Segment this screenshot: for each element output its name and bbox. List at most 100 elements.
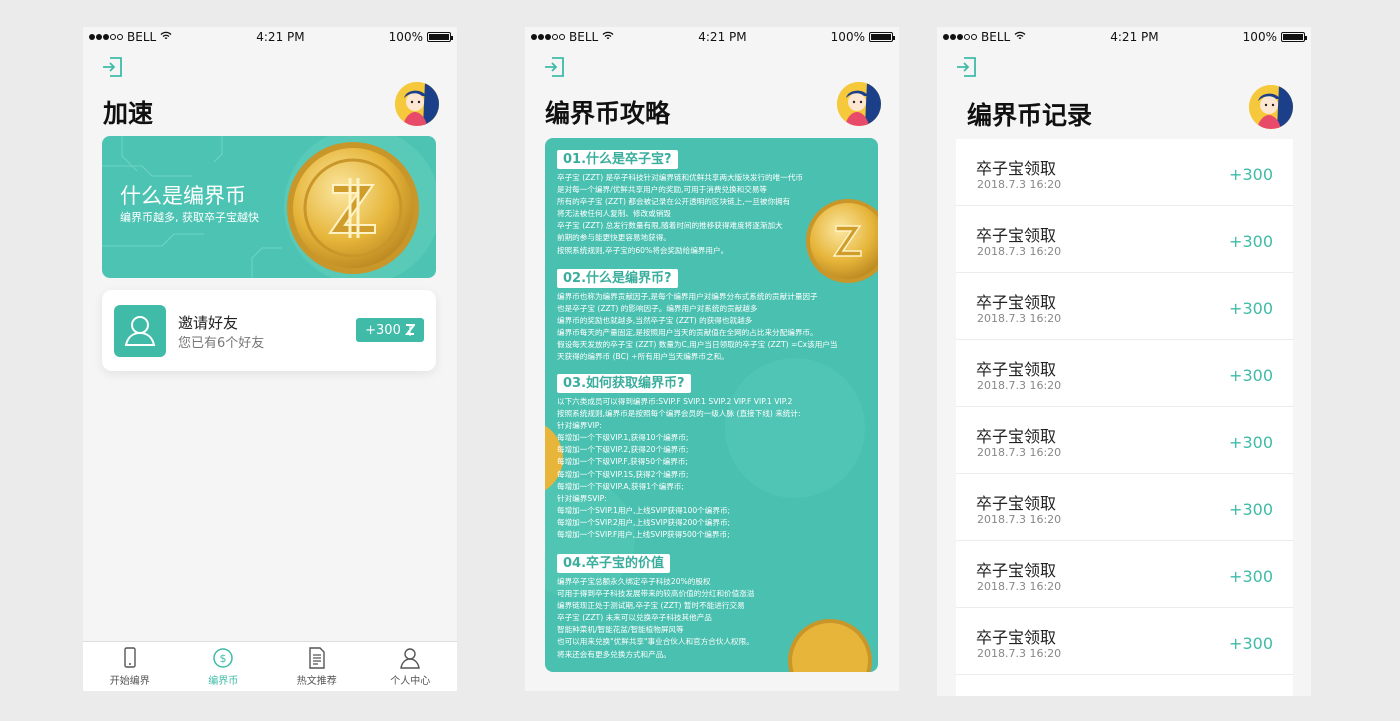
banner-title: 什么是编界币 xyxy=(120,184,246,208)
body-line: 每增加一个下级VIP.F,获得50个编界币; xyxy=(557,457,688,467)
invite-reward-label: +300 xyxy=(365,322,401,338)
body-line: 编界币也称为编界贡献因子,是每个编界用户对编界分布式系统的贡献计量因子 xyxy=(557,292,818,301)
record-title: 卒子宝领取 xyxy=(976,226,1057,245)
section-heading: 02.什么是编界币? xyxy=(557,269,678,288)
exit-icon[interactable] xyxy=(955,55,979,79)
record-title: 卒子宝领取 xyxy=(976,628,1057,647)
tab-start[interactable]: 开始编界 xyxy=(83,642,177,691)
tab-label: 热文推荐 xyxy=(296,676,337,687)
section-body: 编界币也称为编界贡献因子,是每个编界用户对编界分布式系统的贡献计量因子 也是卒子宝… xyxy=(557,291,867,364)
tab-articles[interactable]: 热文推荐 xyxy=(270,642,364,691)
record-title: 卒子宝领取 xyxy=(976,293,1057,312)
guide-section-2: 02.什么是编界币? 编界币也称为编界贡献因子,是每个编界用户对编界分布式系统的… xyxy=(557,267,867,364)
clock: 4:21 PM xyxy=(1110,30,1159,44)
body-line: 卒子宝 (ZZT) 是卒子科技针对编界链和优鲜共享两大版块发行的唯一代币 xyxy=(557,173,804,182)
exit-icon[interactable] xyxy=(101,55,125,79)
guide-panel: 01.什么是卒子宝? 卒子宝 (ZZT) 是卒子科技针对编界链和优鲜共享两大版块… xyxy=(545,138,878,672)
zzt-coin-icon xyxy=(404,324,415,336)
list-item[interactable]: 卒子宝领取 2018.7.3 16:20 +300 xyxy=(956,541,1293,608)
record-amount: +300 xyxy=(1229,232,1273,251)
record-amount: +300 xyxy=(1229,634,1273,653)
person-icon xyxy=(114,305,166,357)
list-item[interactable]: 卒子宝领取 2018.7.3 16:20 +300 xyxy=(956,340,1293,407)
carrier-label: BELL xyxy=(569,30,599,44)
body-line: 编界链现正处于测试期,卒子宝 (ZZT) 暂时不能进行交易 xyxy=(557,601,745,611)
svg-text:$: $ xyxy=(220,652,227,665)
clock: 4:21 PM xyxy=(256,30,305,44)
clock: 4:21 PM xyxy=(698,30,747,44)
body-line: 假设每天发放的卒子宝 (ZZT) 数量为C,用户当日领取的卒子宝 (ZZT) =… xyxy=(557,340,838,350)
body-line: 将来还会有更多兑换方式和产品。 xyxy=(557,649,671,659)
body-line: 按照系统规则,卒子宝的60%将会奖励给编界用户。 xyxy=(557,245,729,255)
person-icon xyxy=(400,648,421,669)
record-date: 2018.7.3 16:20 xyxy=(977,379,1062,392)
body-line: 所有的卒子宝 (ZZT) 都会被记录在公开透明的区块链上,一旦被你拥有 xyxy=(557,197,791,207)
body-line: 将无法被任何人复制、修改或销毁 xyxy=(557,209,671,219)
body-line: 每增加一个SVIP.1用户,上线SVIP获得100个编界币; xyxy=(557,505,731,515)
coin-icon: $ xyxy=(213,648,233,668)
body-line: 卒子宝 (ZZT) 未来可以兑换卒子科技其他产品 xyxy=(557,613,712,623)
list-item[interactable]: 卒子宝领取 2018.7.3 16:20 +300 xyxy=(956,139,1293,206)
list-item-partial xyxy=(956,675,1293,696)
list-item[interactable]: 卒子宝领取 2018.7.3 16:20 +300 xyxy=(956,273,1293,340)
invite-friends-card[interactable]: 邀请好友 您已有6个好友 +300 xyxy=(102,290,436,371)
record-title: 卒子宝领取 xyxy=(976,494,1057,513)
record-title: 卒子宝领取 xyxy=(976,427,1057,446)
record-date: 2018.7.3 16:20 xyxy=(977,513,1062,526)
list-item[interactable]: 卒子宝领取 2018.7.3 16:20 +300 xyxy=(956,474,1293,541)
list-item[interactable]: 卒子宝领取 2018.7.3 16:20 +300 xyxy=(956,608,1293,675)
body-line: 编界币的奖励也就越多,当然卒子宝 (ZZT) 的获得也就越多 xyxy=(557,316,753,326)
section-heading: 04.卒子宝的价值 xyxy=(557,554,671,573)
exit-icon[interactable] xyxy=(543,55,567,79)
tab-label: 个人中心 xyxy=(390,676,431,687)
wifi-icon xyxy=(1014,30,1026,44)
record-date: 2018.7.3 16:20 xyxy=(977,446,1062,459)
list-item[interactable]: 卒子宝领取 2018.7.3 16:20 +300 xyxy=(956,407,1293,474)
wifi-icon xyxy=(602,30,614,44)
record-list: 卒子宝领取 2018.7.3 16:20 +300 卒子宝领取 2018.7.3 16… xyxy=(956,139,1293,696)
body-line: 以下六类成员可以得到编界币:SVIP.F SVIP.1 SVIP.2 VIP.F… xyxy=(557,397,793,406)
section-heading: 01.什么是卒子宝? xyxy=(557,150,678,169)
record-title: 卒子宝领取 xyxy=(976,159,1057,178)
tab-profile[interactable]: 个人中心 xyxy=(364,642,458,691)
invite-reward-button[interactable]: +300 xyxy=(356,318,424,342)
body-line: 也是卒子宝 (ZZT) 的影响因子。编界用户对系统的贡献越多 xyxy=(557,304,758,314)
battery-icon xyxy=(1280,32,1307,42)
avatar[interactable] xyxy=(837,82,881,126)
record-date: 2018.7.3 16:20 xyxy=(977,312,1062,325)
avatar[interactable] xyxy=(395,82,439,126)
battery-label: 100% xyxy=(388,30,423,44)
body-line: 每增加一个下级VIP.1S,获得2个编界币; xyxy=(557,469,689,479)
body-line: 编界币每天的产量固定,是按照用户当天的贡献值在全网的占比来分配编界币。 xyxy=(557,328,818,338)
battery-icon xyxy=(868,32,895,42)
section-body: 编界卒子宝总额永久绑定卒子科技20%的股权 可用于得到卒子科技发展带来的较高价值的… xyxy=(557,576,867,661)
record-amount: +300 xyxy=(1229,500,1273,519)
guide-section-3: 03.如何获取编界币? 以下六类成员可以得到编界币:SVIP.F SVIP.1 … xyxy=(557,372,867,541)
coin-icon xyxy=(287,142,419,274)
tab-coin[interactable]: $ 编界币 xyxy=(177,642,271,691)
record-amount: +300 xyxy=(1229,366,1273,385)
signal-icon xyxy=(531,34,565,40)
invite-title: 邀请好友 xyxy=(178,314,239,332)
avatar[interactable] xyxy=(1249,85,1293,129)
tab-label: 开始编界 xyxy=(109,676,150,687)
record-amount: +300 xyxy=(1229,567,1273,586)
section-body: 以下六类成员可以得到编界币:SVIP.F SVIP.1 SVIP.2 VIP.F… xyxy=(557,396,867,541)
tab-label: 编界币 xyxy=(208,676,239,687)
body-line: 卒子宝 (ZZT) 总发行数量有限,随着时间的推移获得难度将逐渐加大 xyxy=(557,221,783,231)
status-bar: BELL 4:21 PM 100% xyxy=(525,27,899,47)
list-item[interactable]: 卒子宝领取 2018.7.3 16:20 +300 xyxy=(956,206,1293,273)
banner-subtitle: 编界币越多, 获取卒子宝越快 xyxy=(120,211,259,224)
body-line: 每增加一个SVIP.F用户,上线SVIP获得500个编界币; xyxy=(557,530,730,540)
record-amount: +300 xyxy=(1229,433,1273,452)
wifi-icon xyxy=(160,30,172,44)
section-body: 卒子宝 (ZZT) 是卒子科技针对编界链和优鲜共享两大版块发行的唯一代币 是对每一… xyxy=(557,172,867,257)
body-line: 每增加一个SVIP.2用户,上线SVIP获得200个编界币; xyxy=(557,517,731,527)
body-line: 每增加一个下级VIP.1,获得10个编界币; xyxy=(557,433,689,443)
record-amount: +300 xyxy=(1229,299,1273,318)
what-is-coin-banner[interactable]: 什么是编界币 编界币越多, 获取卒子宝越快 xyxy=(102,136,436,278)
record-date: 2018.7.3 16:20 xyxy=(977,647,1062,660)
record-date: 2018.7.3 16:20 xyxy=(977,178,1062,191)
carrier-label: BELL xyxy=(981,30,1011,44)
record-title: 卒子宝领取 xyxy=(976,360,1057,379)
